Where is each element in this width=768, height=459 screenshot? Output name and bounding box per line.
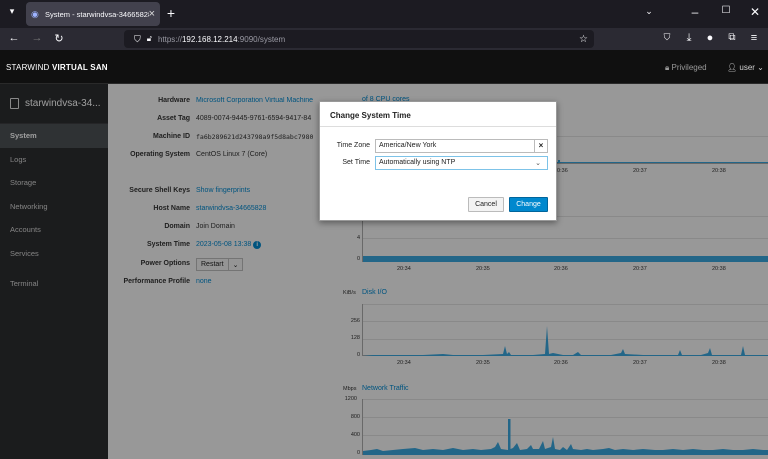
change-system-time-dialog: Change System Time Time Zone America/New… [319,101,557,221]
set-time-value: Automatically using NTP [379,159,456,166]
shield-icon[interactable]: ⛉ [134,34,141,45]
minimize-icon[interactable]: – [687,5,703,19]
chevron-down-icon: ⌄ [535,160,541,167]
browser-tab-bar: ▾ ◉ System - starwindvsa-34665828 × + ⌄ … [0,0,768,28]
browser-tab[interactable]: ◉ System - starwindvsa-34665828 × [26,2,160,26]
time-zone-label: Time Zone [336,142,370,149]
close-tab-icon[interactable]: × [149,8,155,20]
tab-title: System - starwindvsa-34665828 [45,9,149,19]
brand-text: STARWIND [6,63,52,72]
new-tab-button[interactable]: + [163,5,179,21]
url-bar[interactable]: ⛉ 🔓︎ https:// 192.168.12.214 :9090/syste… [124,30,594,48]
app-header: STARWIND VIRTUAL SAN 🔒︎ Privileged 👤︎ us… [0,50,768,84]
url-scheme: https:// [157,34,182,44]
user-icon: 👤︎ [727,63,740,72]
reload-icon[interactable]: ↻ [52,32,66,45]
site-favicon-icon: ◉ [31,9,39,19]
brand-logo: STARWIND VIRTUAL SAN [6,63,108,72]
change-button[interactable]: Change [509,197,548,212]
privileged-indicator[interactable]: 🔒︎ Privileged [665,63,707,73]
set-time-select[interactable]: Automatically using NTP ⌄ [375,156,548,170]
extensions-icon[interactable]: ⧉ [725,32,739,43]
tab-list-icon[interactable]: ▾ [4,6,20,17]
url-path: :9090/system [237,34,286,44]
account-icon[interactable]: ● [703,32,717,44]
maximize-icon[interactable]: ☐ [718,5,734,16]
privileged-label: Privileged [671,63,707,72]
window-close-icon[interactable]: ✕ [747,5,763,19]
set-time-row: Set Time Automatically using NTP ⌄ [320,156,558,170]
bookmark-star-icon[interactable]: ☆ [579,34,588,45]
forward-icon[interactable]: → [30,32,44,44]
cancel-button[interactable]: Cancel [468,197,504,212]
pocket-icon[interactable]: ⛉ [660,32,674,43]
time-zone-input[interactable]: America/New York [375,139,535,153]
back-icon[interactable]: ← [7,32,21,44]
menu-icon[interactable]: ≡ [747,32,761,44]
lock-warning-icon[interactable]: 🔓︎ [147,34,152,44]
url-host: 192.168.12.214 [181,34,238,44]
user-menu[interactable]: 👤︎ user ⌄ [727,63,764,72]
time-zone-row: Time Zone America/New York × [320,139,558,153]
brand-text-bold: VIRTUAL SAN [51,63,108,72]
user-label: user [739,63,755,72]
set-time-label: Set Time [342,159,370,166]
chevron-down-icon: ⌄ [754,63,764,72]
dialog-title: Change System Time [320,102,556,127]
downloads-icon[interactable]: ⤓ [682,32,696,45]
clear-time-zone-icon[interactable]: × [534,139,548,153]
tab-overflow-icon[interactable]: ⌄ [641,6,657,17]
